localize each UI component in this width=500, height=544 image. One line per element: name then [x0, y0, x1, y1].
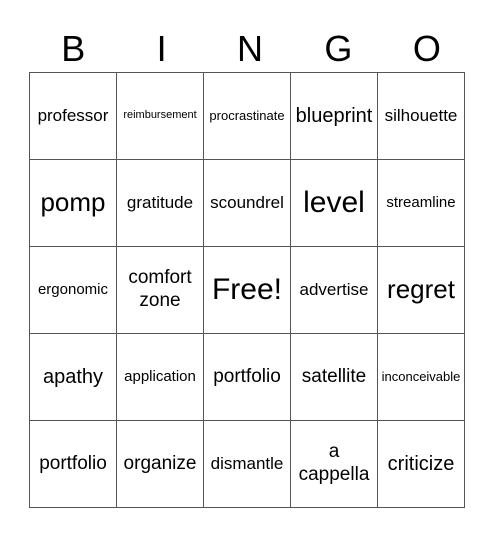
card-cell[interactable]: procrastinate — [203, 72, 291, 160]
card-cell[interactable]: professor — [29, 72, 117, 160]
card-cell[interactable]: criticize — [377, 420, 465, 508]
bingo-header: B I N G O — [29, 26, 471, 72]
card-cell[interactable]: streamline — [377, 159, 465, 247]
card-cell[interactable]: pomp — [29, 159, 117, 247]
card-cell[interactable]: portfolio — [203, 333, 291, 421]
bingo-card: professor reimbursement procrastinate bl… — [29, 72, 465, 508]
header-letter-g: G — [324, 28, 353, 69]
card-cell[interactable]: gratitude — [116, 159, 204, 247]
card-cell[interactable]: application — [116, 333, 204, 421]
card-cell[interactable]: satellite — [290, 333, 378, 421]
card-row: ergonomic comfort zone Free! advertise r… — [29, 246, 465, 334]
card-cell[interactable]: a cappella — [290, 420, 378, 508]
card-cell[interactable]: level — [290, 159, 378, 247]
card-row: pomp gratitude scoundrel level streamlin… — [29, 159, 465, 247]
card-cell[interactable]: advertise — [290, 246, 378, 334]
card-cell[interactable]: organize — [116, 420, 204, 508]
card-row: apathy application portfolio satellite i… — [29, 333, 465, 421]
card-cell[interactable]: comfort zone — [116, 246, 204, 334]
card-cell[interactable]: portfolio — [29, 420, 117, 508]
card-cell[interactable]: silhouette — [377, 72, 465, 160]
header-letter-n: N — [237, 28, 264, 69]
card-row: professor reimbursement procrastinate bl… — [29, 72, 465, 160]
card-cell[interactable]: dismantle — [203, 420, 291, 508]
free-space-cell[interactable]: Free! — [203, 246, 291, 334]
card-row: portfolio organize dismantle a cappella … — [29, 420, 465, 508]
header-letter-i: I — [156, 28, 167, 69]
card-cell[interactable]: ergonomic — [29, 246, 117, 334]
card-cell[interactable]: reimbursement — [116, 72, 204, 160]
header-letter-o: O — [412, 28, 441, 69]
header-letter-b: B — [61, 28, 86, 69]
card-cell[interactable]: inconceivable — [377, 333, 465, 421]
card-cell[interactable]: blueprint — [290, 72, 378, 160]
card-cell[interactable]: regret — [377, 246, 465, 334]
card-cell[interactable]: apathy — [29, 333, 117, 421]
card-cell[interactable]: scoundrel — [203, 159, 291, 247]
